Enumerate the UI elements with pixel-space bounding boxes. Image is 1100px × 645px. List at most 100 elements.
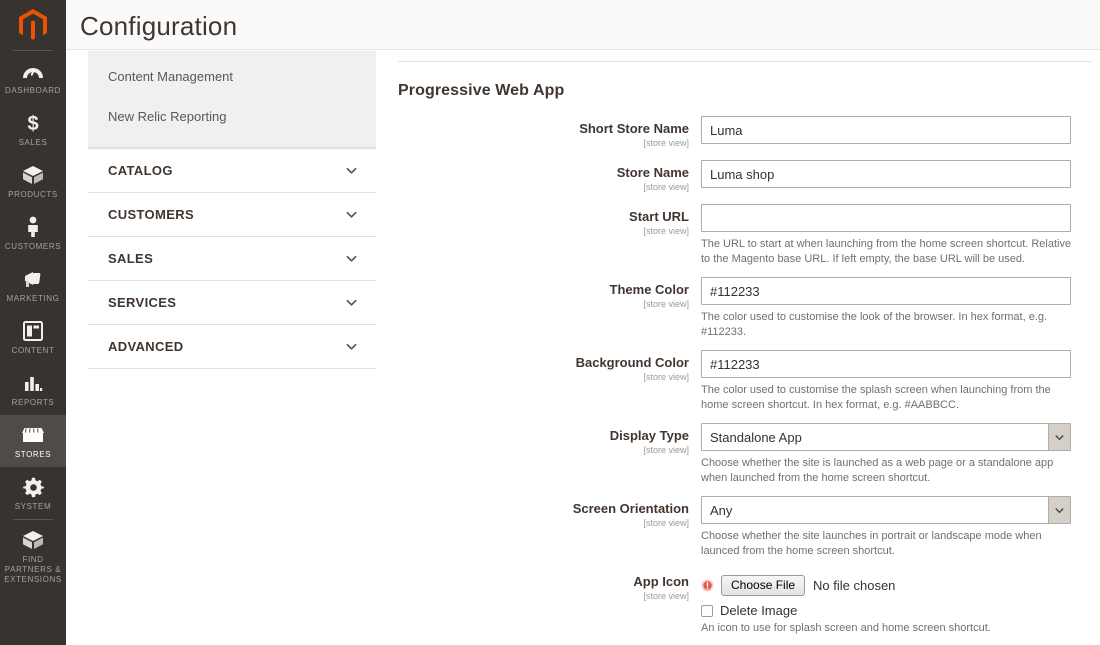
field-control-block: The color used to customise the splash s… (701, 349, 1100, 413)
chevron-down-icon[interactable] (1048, 497, 1070, 523)
theme-color-input[interactable] (701, 277, 1071, 305)
field-label: App Icon (633, 574, 689, 589)
chevron-down-icon (345, 208, 358, 221)
field-scope-label: [store view] (643, 182, 689, 192)
field-row-theme-color: Theme Color [store view] The color used … (396, 276, 1100, 340)
choose-file-button[interactable]: Choose File (721, 574, 806, 596)
config-nav-item-label: Content Management (108, 69, 234, 84)
field-row-app-icon: App Icon [store view] Choose File No fil… (396, 568, 1100, 636)
display-type-select[interactable]: Standalone App (701, 423, 1071, 451)
sidebar-item-label: DASHBOARD (4, 86, 62, 95)
person-icon (2, 216, 64, 238)
sidebar-item-label: CONTENT (11, 346, 55, 355)
field-label: Short Store Name (579, 121, 689, 136)
form-top-divider (398, 61, 1092, 62)
display-type-selected-value[interactable]: Standalone App (701, 423, 1071, 451)
field-label-block: Theme Color [store view] (396, 276, 701, 340)
config-section-catalog[interactable]: CATALOG (88, 148, 376, 192)
field-label-block: Display Type [store view] (396, 422, 701, 486)
admin-page: DASHBOARD $ SALES PRODUCTS CUSTOMERS MAR… (0, 0, 1100, 645)
sidebar-item-marketing[interactable]: MARKETING (0, 259, 66, 311)
sidebar-item-label: SALES (18, 138, 48, 147)
delete-image-checkbox[interactable] (701, 604, 713, 617)
field-label-block: Short Store Name [store view] (396, 115, 701, 150)
field-help-text: Choose whether the site launches in port… (701, 530, 1042, 557)
config-section-label: CATALOG (108, 163, 173, 178)
field-row-store-name: Store Name [store view] (396, 159, 1100, 194)
dashboard-icon (2, 60, 64, 82)
megaphone-icon (2, 268, 64, 290)
storefront-icon (2, 424, 64, 446)
config-section-sales[interactable]: SALES (88, 236, 376, 280)
field-scope-label: [store view] (643, 138, 689, 148)
field-row-short-store-name: Short Store Name [store view] (396, 115, 1100, 150)
configuration-form: Progressive Web App Short Store Name [st… (396, 51, 1100, 645)
chevron-down-icon (345, 340, 358, 353)
layout-icon (2, 320, 64, 342)
sidebar-item-sales[interactable]: $ SALES (0, 103, 66, 155)
sidebar-item-stores[interactable]: STORES (0, 415, 66, 467)
sidebar-item-label: STORES (14, 450, 52, 459)
field-label-block: Store Name [store view] (396, 159, 701, 194)
field-label: Screen Orientation (572, 501, 689, 516)
package-icon (2, 529, 64, 551)
field-label: Store Name (616, 165, 689, 180)
start-url-input[interactable] (701, 204, 1071, 232)
config-section-label: CUSTOMERS (108, 207, 194, 222)
field-label: Background Color (575, 355, 689, 370)
magento-logo-icon[interactable] (0, 0, 66, 50)
svg-text:$: $ (27, 113, 38, 134)
file-upload-row: Choose File No file chosen (701, 574, 1100, 596)
field-row-display-type: Display Type [store view] Standalone App… (396, 422, 1100, 486)
gear-icon (2, 476, 64, 498)
field-control-block: Any Choose whether the site launches in … (701, 495, 1100, 559)
field-label: Display Type (609, 428, 689, 443)
field-control-block: Standalone App Choose whether the site i… (701, 422, 1100, 486)
field-label-block: Background Color [store view] (396, 349, 701, 413)
chevron-down-icon (345, 252, 358, 265)
field-label-block: Start URL [store view] (396, 203, 701, 267)
sidebar-item-label: SYSTEM (14, 502, 52, 511)
config-section-services[interactable]: SERVICES (88, 280, 376, 324)
config-nav-item-new-relic-reporting[interactable]: New Relic Reporting (88, 97, 376, 137)
sidebar-item-customers[interactable]: CUSTOMERS (0, 207, 66, 259)
page-body: Content Management New Relic Reporting C… (66, 51, 1100, 645)
bar-chart-icon (2, 372, 64, 394)
delete-image-checkbox-row[interactable]: Delete Image (701, 603, 1100, 618)
field-help-text: The color used to customise the splash s… (701, 384, 1051, 411)
sidebar-item-label: REPORTS (11, 398, 55, 407)
field-row-start-url: Start URL [store view] The URL to start … (396, 203, 1100, 267)
field-scope-label: [store view] (643, 226, 689, 236)
chevron-down-icon[interactable] (1048, 424, 1070, 450)
field-scope-label: [store view] (643, 445, 689, 455)
sidebar-item-label: CUSTOMERS (4, 242, 62, 251)
field-help-text: Choose whether the site is launched as a… (701, 457, 1054, 484)
store-name-input[interactable] (701, 160, 1071, 188)
screen-orientation-selected-value[interactable]: Any (701, 496, 1071, 524)
configuration-nav: Content Management New Relic Reporting C… (88, 51, 376, 369)
sidebar-item-content[interactable]: CONTENT (0, 311, 66, 363)
short-store-name-input[interactable] (701, 116, 1071, 144)
configuration-nav-expanded-group: Content Management New Relic Reporting (88, 51, 376, 148)
screen-orientation-select[interactable]: Any (701, 496, 1071, 524)
dollar-icon: $ (2, 112, 64, 134)
config-section-label: ADVANCED (108, 339, 184, 354)
required-indicator-icon (701, 579, 714, 592)
field-help-text: An icon to use for splash screen and hom… (701, 622, 991, 634)
sidebar-item-products[interactable]: PRODUCTS (0, 155, 66, 207)
field-label-block: App Icon [store view] (396, 568, 701, 636)
field-control-block (701, 159, 1100, 194)
field-help-text: The color used to customise the look of … (701, 311, 1048, 338)
delete-image-label[interactable]: Delete Image (720, 603, 797, 618)
sidebar-item-reports[interactable]: REPORTS (0, 363, 66, 415)
config-nav-item-label: New Relic Reporting (108, 109, 227, 124)
sidebar-item-find-partners-extensions[interactable]: FIND PARTNERS & EXTENSIONS (0, 520, 66, 592)
page-header: Configuration (66, 0, 1100, 50)
sidebar-item-dashboard[interactable]: DASHBOARD (0, 51, 66, 103)
config-section-advanced[interactable]: ADVANCED (88, 324, 376, 368)
config-nav-item-content-management[interactable]: Content Management (88, 57, 376, 97)
config-section-customers[interactable]: CUSTOMERS (88, 192, 376, 236)
sidebar-item-system[interactable]: SYSTEM (0, 467, 66, 519)
chevron-down-icon (345, 296, 358, 309)
background-color-input[interactable] (701, 350, 1071, 378)
